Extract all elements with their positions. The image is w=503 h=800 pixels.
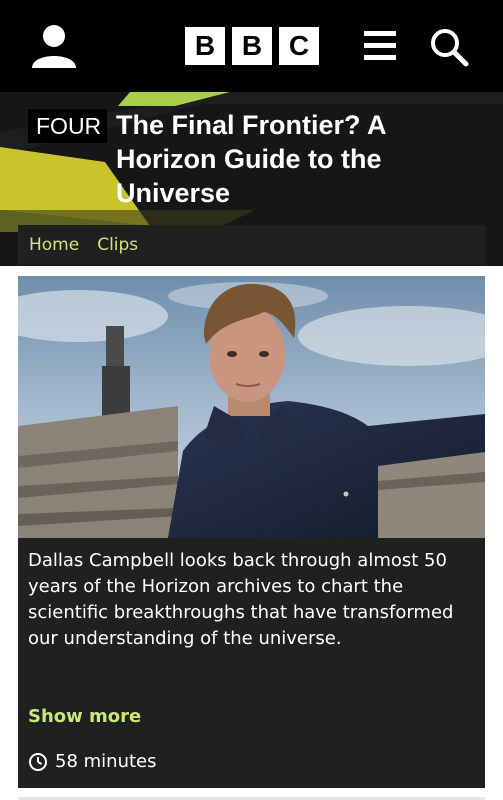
account-button[interactable] — [28, 22, 80, 72]
nav-clips-link[interactable]: Clips — [97, 235, 138, 255]
search-button[interactable] — [428, 26, 470, 68]
presenter-photo — [18, 276, 485, 538]
menu-button[interactable] — [362, 28, 398, 64]
page-title: The Final Frontier? A Horizon Guide to t… — [116, 110, 386, 208]
programme-card: Dallas Campbell looks back through almos… — [18, 276, 485, 788]
programme-description: Dallas Campbell looks back through almos… — [28, 550, 454, 649]
duration-info: 58 minutes — [28, 751, 157, 772]
hamburger-menu-icon — [364, 31, 396, 60]
programme-nav: Home Clips — [18, 225, 485, 265]
clock-icon — [29, 752, 47, 771]
bbc-logo[interactable]: B B C — [185, 27, 319, 65]
logo-letter: C — [279, 27, 319, 65]
search-icon — [431, 29, 469, 67]
show-more-link[interactable]: Show more — [28, 706, 141, 727]
nav-home-link[interactable]: Home — [29, 235, 79, 255]
programme-image — [18, 276, 485, 538]
logo-letter: B — [232, 27, 272, 65]
duration-text: 58 minutes — [55, 751, 157, 772]
logo-letter: B — [185, 27, 225, 65]
user-icon — [32, 25, 76, 68]
channel-badge: FOUR — [28, 109, 108, 143]
top-bar: B B C — [0, 0, 503, 92]
